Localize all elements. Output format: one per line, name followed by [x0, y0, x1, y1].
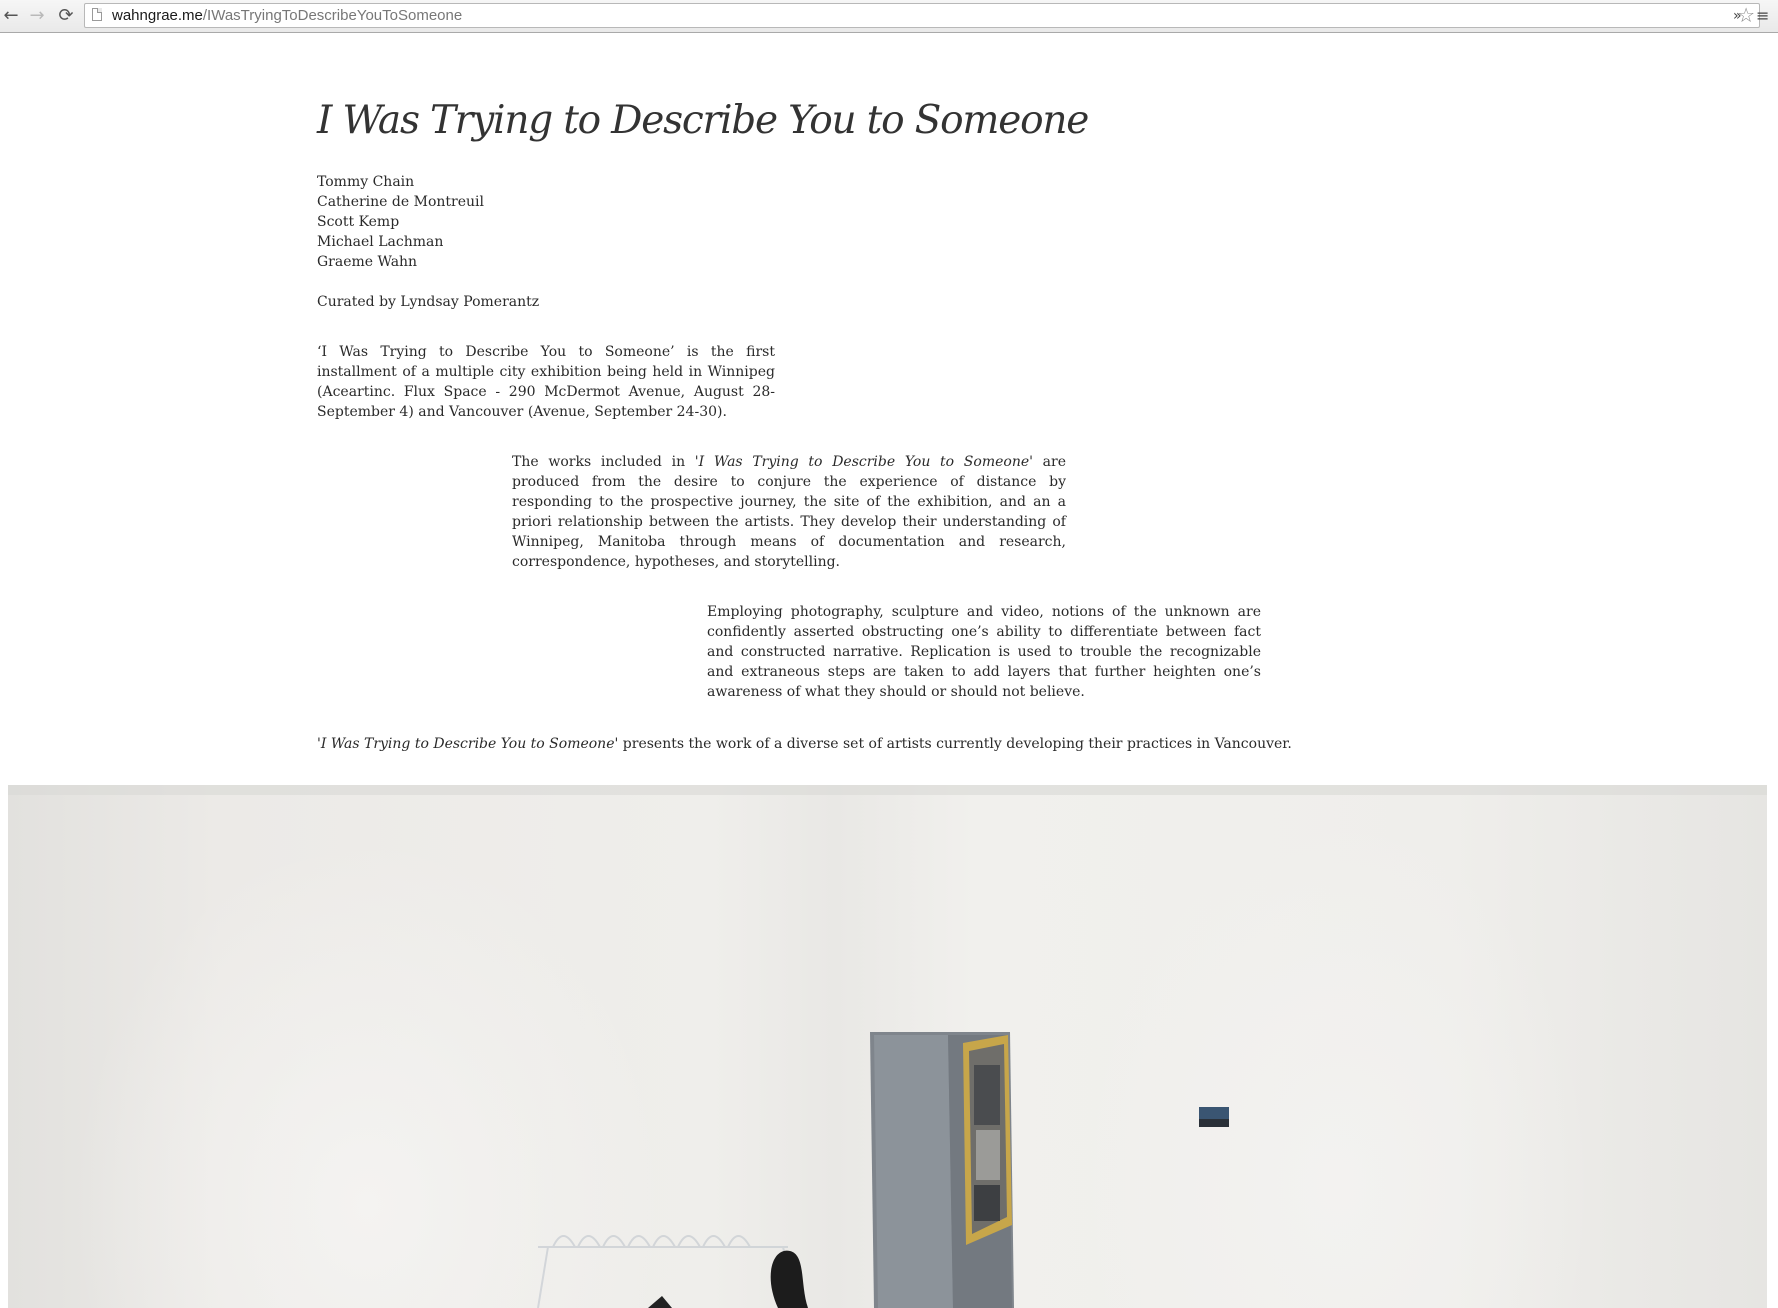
works-text-prefix: The works included in ' [512, 454, 699, 470]
artist-list: Tommy Chain Catherine de Montreuil Scott… [317, 172, 484, 272]
gallery-scene [8, 785, 1767, 1308]
hamburger-menu-icon[interactable]: ≡ [1756, 5, 1769, 27]
artist-name: Scott Kemp [317, 214, 400, 230]
curator-credit: Curated by Lyndsay Pomerantz [317, 294, 540, 310]
artist-name: Catherine de Montreuil [317, 194, 484, 210]
url-path: /IWasTryingToDescribeYouToSomeone [202, 7, 463, 24]
employing-paragraph: Employing photography, sculpture and vid… [707, 604, 1261, 700]
artist-name: Michael Lachman [317, 234, 444, 250]
address-bar[interactable]: wahngrae.me/IWasTryingToDescribeYouToSom… [84, 3, 1760, 28]
hanger-rack [537, 1235, 799, 1308]
reload-icon[interactable]: ⟳ [55, 4, 77, 28]
intro-paragraph: ‘I Was Trying to Describe You to Someone… [317, 344, 775, 420]
chevron-double-icon[interactable]: » [1733, 5, 1742, 27]
dark-object [770, 1250, 808, 1308]
artist-name: Graeme Wahn [317, 254, 418, 270]
works-paragraph: The works included in 'I Was Trying to D… [512, 452, 1066, 572]
back-arrow-icon[interactable]: ← [0, 4, 22, 28]
works-exhibition-title: I Was Trying to Describe You to Someone [698, 454, 1030, 470]
browser-toolbar: ← → ⟳ wahngrae.me/IWasTryingToDescribeYo… [0, 0, 1778, 33]
url-host: wahngrae.me [112, 7, 203, 24]
closing-paragraph: 'I Was Trying to Describe You to Someone… [317, 734, 1317, 754]
artist-name: Tommy Chain [317, 174, 415, 190]
gallery-installation-photo [8, 785, 1767, 1308]
page-icon [92, 8, 102, 21]
works-text-suffix: ' are produced from the desire to conjur… [512, 454, 1067, 570]
closing-text-suffix: ' presents the work of a diverse set of … [614, 736, 1292, 752]
page-title: I Was Trying to Describe You to Someone [317, 98, 1089, 143]
url-text[interactable]: wahngrae.me/IWasTryingToDescribeYouToSom… [112, 4, 462, 27]
closing-exhibition-title: I Was Trying to Describe You to Someone [320, 736, 615, 752]
forward-arrow-icon[interactable]: → [26, 4, 48, 28]
